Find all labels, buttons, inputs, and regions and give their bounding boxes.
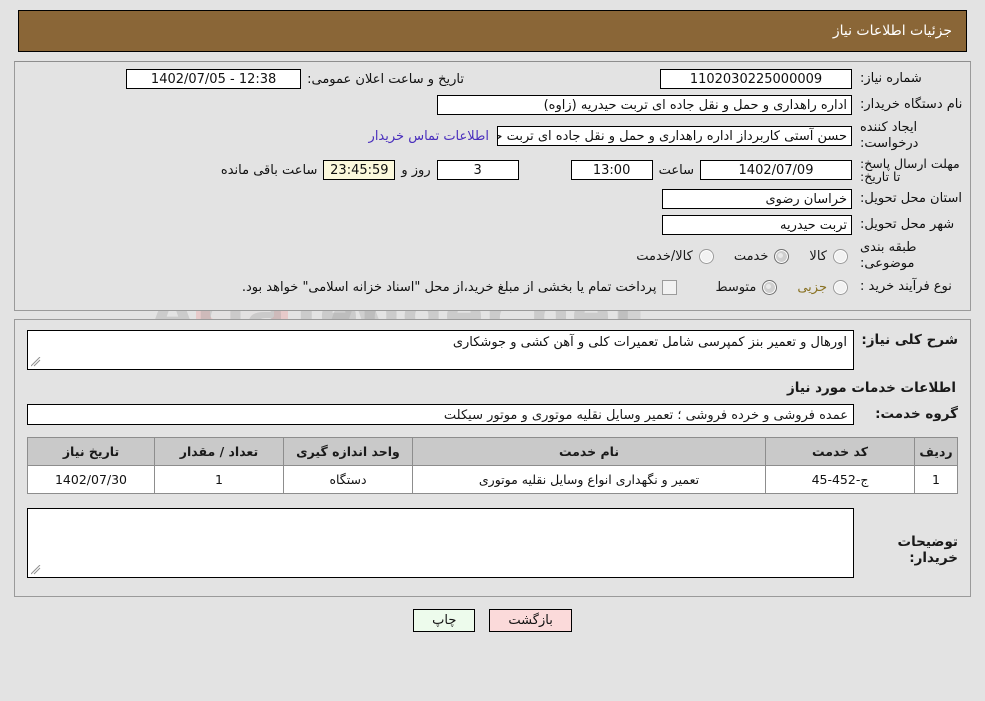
page-title: جزئیات اطلاعات نیاز <box>832 23 952 39</box>
city-value: تربت حیدریه <box>662 215 852 235</box>
deadline-hour-label: ساعت <box>658 162 694 178</box>
need-summary-textarea[interactable]: اورهال و تعمیر بنز کمپرسی شامل تعمیرات ک… <box>27 329 854 370</box>
buyer-org-value: اداره راهداری و حمل و نقل جاده ای تربت ح… <box>437 95 852 115</box>
request-creator-value: حسن آستی کاربرداز اداره راهداری و حمل و … <box>497 126 852 147</box>
th-service-name: نام خدمت <box>412 436 766 466</box>
resize-grip-icon[interactable] <box>31 564 41 575</box>
need-description-panel: شرح کلی نیاز: اورهال و تعمیر بنز کمپرسی … <box>14 318 971 597</box>
page-header: جزئیات اطلاعات نیاز <box>18 10 967 52</box>
radio-jozei[interactable] <box>833 280 848 295</box>
province-value: خراسان رضوی <box>662 189 852 209</box>
print-button[interactable]: چاپ <box>413 608 476 632</box>
deadline-days-value: 3 <box>436 160 519 181</box>
cell-service-name: تعمیر و نگهداری انواع وسایل نقلیه موتوری <box>412 464 766 494</box>
category-option-khedmat[interactable]: خدمت <box>718 248 790 264</box>
city-label: شهر محل تحویل: <box>860 216 955 232</box>
radio-motavaset-label: متوسط <box>715 280 757 295</box>
need-number-label: شماره نیاز: <box>860 70 922 86</box>
public-announce-label: تاریخ و ساعت اعلان عمومی: <box>307 71 464 87</box>
purchase-option-jozei[interactable]: جزیی <box>781 280 848 295</box>
radio-kala[interactable] <box>833 248 848 264</box>
purchase-option-motavaset[interactable]: متوسط <box>699 280 778 295</box>
th-unit: واحد اندازه گیری <box>283 436 413 466</box>
row-buyer-notes: توضیحات خریدار: <box>27 507 958 578</box>
request-creator-label: ایجاد کننده درخواست: <box>860 120 919 152</box>
radio-jozei-label: جزیی <box>797 280 827 295</box>
need-summary-label: شرح کلی نیاز: <box>861 331 958 348</box>
purchase-type-label: نوع فرآیند خرید : <box>860 279 952 295</box>
radio-khedmat-label: خدمت <box>733 248 769 264</box>
buyer-org-label: نام دستگاه خریدار: <box>860 96 963 112</box>
need-info-panel: شماره نیاز: 1102030225000009 تاریخ و ساع… <box>14 61 971 311</box>
th-quantity: تعداد / مقدار <box>154 436 284 466</box>
th-service-code: کد خدمت <box>765 436 915 466</box>
deadline-days-label: روز و <box>401 162 431 178</box>
th-need-date: تاریخ نیاز <box>27 436 155 466</box>
deadline-hour-value: 13:00 <box>570 160 653 181</box>
treasury-note: پرداخت تمام یا بخشی از مبلغ خرید،از محل … <box>241 280 657 295</box>
row-province: استان محل تحویل: خراسان رضوی <box>21 188 964 210</box>
services-table: ردیف کد خدمت نام خدمت واحد اندازه گیری ت… <box>27 436 958 494</box>
table-row: 1 ج-452-45 تعمیر و نگهداری انواع وسایل ن… <box>27 464 958 494</box>
action-button-bar: بازگشت چاپ <box>0 608 985 640</box>
radio-kala-khedmat-label: کالا/خدمت <box>636 248 693 264</box>
deadline-countdown-label: ساعت باقی مانده <box>220 162 318 178</box>
services-section-title: اطلاعات خدمات مورد نیاز <box>786 379 956 396</box>
cell-unit: دستگاه <box>283 464 413 494</box>
deadline-date-value: 1402/07/09 <box>700 160 852 181</box>
deadline-countdown-value: 23:45:59 <box>323 160 396 181</box>
row-service-group: گروه خدمت: عمده فروشی و خرده فروشی ؛ تعم… <box>27 403 958 425</box>
buyer-notes-textarea[interactable] <box>27 507 854 578</box>
buyer-notes-label: توضیحات خریدار: <box>897 533 958 566</box>
row-buyer-org: نام دستگاه خریدار: اداره راهداری و حمل و… <box>21 94 964 116</box>
row-need-summary: شرح کلی نیاز: اورهال و تعمیر بنز کمپرسی … <box>27 329 958 370</box>
radio-kala-khedmat[interactable] <box>698 248 714 264</box>
cell-need-date: 1402/07/30 <box>27 464 155 494</box>
service-group-value: عمده فروشی و خرده فروشی ؛ تعمیر وسایل نق… <box>27 403 854 425</box>
cell-service-code: ج-452-45 <box>765 464 915 494</box>
deadline-label: مهلت ارسال پاسخ: تا تاریخ: <box>860 155 960 185</box>
service-group-label: گروه خدمت: <box>875 406 958 422</box>
row-city: شهر محل تحویل: تربت حیدریه <box>21 214 964 236</box>
category-option-kala-khedmat[interactable]: کالا/خدمت <box>620 248 714 264</box>
cell-radif: 1 <box>914 464 958 494</box>
category-option-kala[interactable]: کالا <box>793 248 848 264</box>
need-summary-value: اورهال و تعمیر بنز کمپرسی شامل تعمیرات ک… <box>452 334 847 350</box>
cell-quantity: 1 <box>154 464 284 494</box>
radio-khedmat[interactable] <box>774 248 790 264</box>
radio-kala-label: کالا <box>809 248 827 264</box>
category-label: طبقه بندی موضوعی: <box>860 240 917 272</box>
resize-grip-icon[interactable] <box>31 356 41 367</box>
row-purchase-type: نوع فرآیند خرید : جزیی متوسط پرداخت تمام… <box>21 277 964 299</box>
buyer-contact-link[interactable]: اطلاعات تماس خریدار <box>361 129 497 144</box>
radio-motavaset[interactable] <box>762 280 778 295</box>
public-announce-value: 12:38 - 1402/07/05 <box>126 69 302 89</box>
province-label: استان محل تحویل: <box>860 190 962 206</box>
th-radif: ردیف <box>914 436 958 466</box>
row-request-creator: ایجاد کننده درخواست: حسن آستی کاربرداز ا… <box>21 120 964 153</box>
row-deadline: مهلت ارسال پاسخ: تا تاریخ: 1402/07/09 سا… <box>21 155 964 185</box>
row-need-number: شماره نیاز: 1102030225000009 تاریخ و ساع… <box>21 68 964 90</box>
row-category: طبقه بندی موضوعی: کالا خدمت کالا/خدمت <box>21 240 964 273</box>
table-header-row: ردیف کد خدمت نام خدمت واحد اندازه گیری ت… <box>27 436 958 466</box>
need-number-value: 1102030225000009 <box>660 69 852 89</box>
treasury-checkbox[interactable] <box>662 280 678 295</box>
back-button[interactable]: بازگشت <box>489 608 572 632</box>
